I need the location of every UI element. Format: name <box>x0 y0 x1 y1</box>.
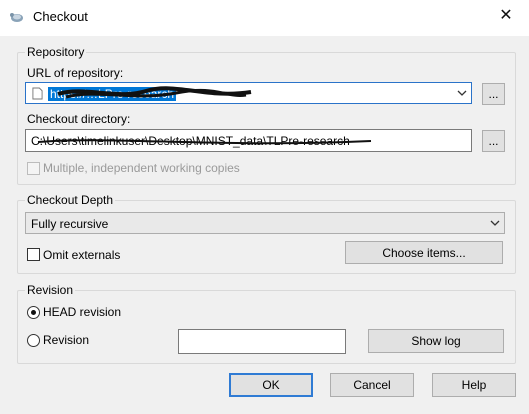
revision-group-label: Revision <box>25 283 76 297</box>
revision-radio[interactable] <box>27 334 40 347</box>
revision-input[interactable] <box>178 329 346 354</box>
chevron-down-icon[interactable] <box>455 86 469 100</box>
show-log-button[interactable]: Show log <box>368 329 504 353</box>
url-label: URL of repository: <box>27 66 124 80</box>
depth-dropdown[interactable]: Fully recursive <box>25 212 505 234</box>
multiple-copies-label: Multiple, independent working copies <box>43 161 240 175</box>
omit-externals-checkbox[interactable] <box>27 248 40 261</box>
choose-items-button[interactable]: Choose items... <box>345 241 503 264</box>
dir-browse-button[interactable]: ... <box>482 130 505 152</box>
file-icon <box>32 87 43 100</box>
dir-label: Checkout directory: <box>27 112 131 126</box>
head-revision-label: HEAD revision <box>43 305 122 319</box>
close-button[interactable]: ✕ <box>495 5 517 27</box>
depth-group-label: Checkout Depth <box>25 193 116 207</box>
ok-button[interactable]: OK <box>229 373 313 397</box>
repository-group-label: Repository <box>25 45 87 59</box>
redaction-scribble <box>57 86 252 99</box>
tortoise-icon <box>10 13 23 22</box>
window-title: Checkout <box>33 9 88 24</box>
help-button[interactable]: Help <box>432 373 516 397</box>
chevron-down-icon <box>490 220 500 226</box>
cancel-button[interactable]: Cancel <box>330 373 414 397</box>
url-browse-button[interactable]: ... <box>482 83 505 105</box>
dir-input[interactable]: C:\Users\timelinkuser\Desktop\MNIST_data… <box>25 129 472 152</box>
omit-externals-label: Omit externals <box>43 248 121 262</box>
url-combobox[interactable]: https://…LPre-research <box>25 82 472 104</box>
head-revision-radio[interactable] <box>27 306 40 319</box>
multiple-copies-checkbox[interactable] <box>27 162 40 175</box>
revision-label: Revision <box>43 333 90 347</box>
redaction-scribble <box>37 139 372 145</box>
depth-selected: Fully recursive <box>31 217 109 231</box>
